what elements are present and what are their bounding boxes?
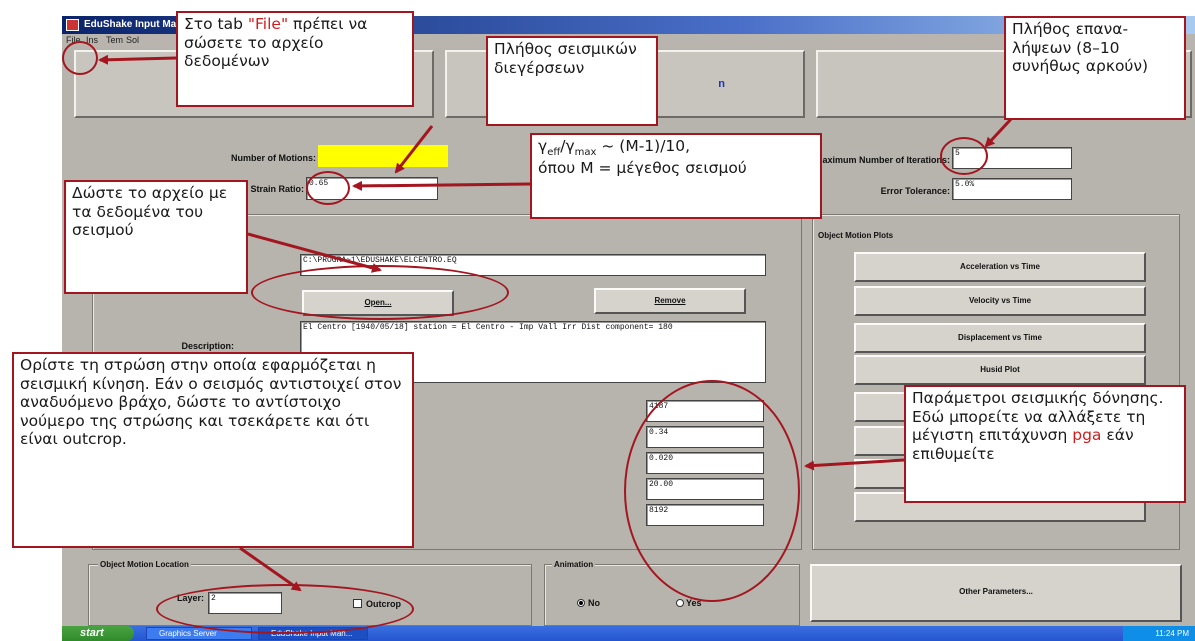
callout-file-tab: Στο tab "File" πρέπει να σώσετε το αρχεί… (176, 11, 414, 107)
other-parameters-button[interactable]: Other Parameters... (810, 564, 1182, 622)
app-icon (66, 19, 79, 31)
callout-iterations: Πλήθος επανα-λήψεων (8–10 συνήθως αρκούν… (1004, 16, 1186, 120)
error-tolerance-input[interactable]: 5.0% (952, 178, 1072, 200)
system-tray: 11:24 PM (1123, 626, 1195, 641)
ring-params (624, 380, 800, 602)
displacement-plot-button[interactable]: Displacement vs Time (854, 323, 1146, 353)
animation-no-radio[interactable] (577, 599, 585, 607)
motions-label: Number of Motions: (231, 153, 316, 163)
remove-button[interactable]: Remove (594, 288, 746, 314)
ring-strain-ratio (306, 171, 350, 205)
clock: 11:24 PM (1155, 629, 1189, 638)
window-title: EduShake Input Ma (84, 19, 177, 30)
husid-plot-button[interactable]: Husid Plot (854, 355, 1146, 385)
description-label: Description: (181, 341, 234, 351)
animation-yes-radio[interactable] (676, 599, 684, 607)
error-tolerance-label: Error Tolerance: (880, 186, 950, 196)
callout-parameters: Παράμετροι σεισμικής δόνησης. Εδώ μπορεί… (904, 385, 1186, 503)
plots-title: Object Motion Plots (816, 231, 896, 240)
velocity-plot-button[interactable]: Velocity vs Time (854, 286, 1146, 316)
animation-title: Animation (552, 560, 596, 569)
ring-open-button (251, 265, 509, 320)
callout-layer: Ορίστε τη στρώση στην οποία εφαρμόζεται … (12, 352, 414, 548)
callout-strain-ratio: γeff/γmax ~ (M-1)/10, όπου M = μέγεθος σε… (530, 133, 822, 219)
motions-input[interactable] (318, 145, 448, 167)
animation-no-label: No (588, 598, 600, 608)
location-title: Object Motion Location (98, 560, 191, 569)
menu-solve[interactable]: Sol (126, 35, 139, 45)
callout-open-file: Δώστε το αρχείο με τα δεδομένα του σεισμ… (64, 180, 248, 294)
ring-file-menu (62, 41, 98, 75)
callout-number-of-motions: Πλήθος σεισμικών διεγέρσεων (486, 36, 658, 126)
ring-iterations (940, 137, 988, 175)
ring-layer (156, 584, 414, 634)
start-button[interactable]: start (62, 626, 134, 641)
menu-template[interactable]: Tem (106, 35, 123, 45)
acceleration-plot-button[interactable]: Acceleration vs Time (854, 252, 1146, 282)
